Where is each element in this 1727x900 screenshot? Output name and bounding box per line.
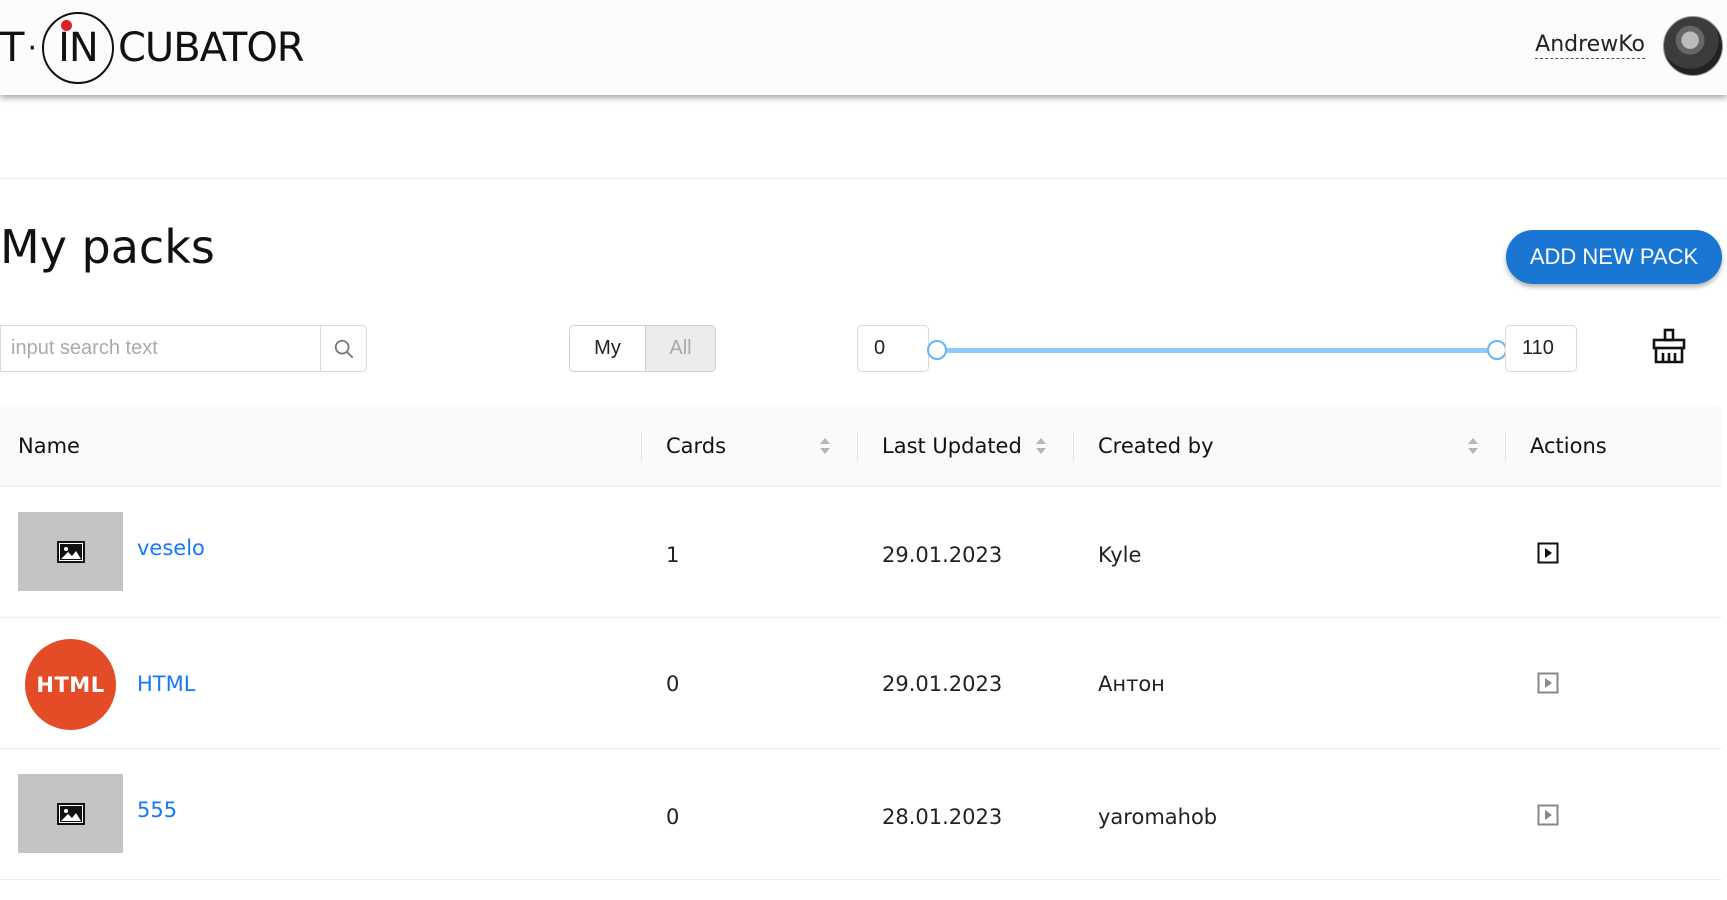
created-by-name: Антон bbox=[1098, 672, 1165, 696]
search-bar bbox=[0, 325, 367, 372]
logo-rest-text: CUBATOR bbox=[117, 25, 305, 71]
table-header: Name Cards Last Updated Created by Actio… bbox=[0, 405, 1722, 487]
column-header-last-updated[interactable]: Last Updated bbox=[882, 405, 1022, 487]
toggle-all-button[interactable]: All bbox=[646, 325, 716, 372]
cards-count: 0 bbox=[666, 672, 680, 696]
pack-cover-placeholder bbox=[18, 774, 123, 853]
pack-name-link[interactable]: veselo bbox=[137, 536, 205, 560]
owner-toggle: My All bbox=[569, 325, 716, 372]
column-divider bbox=[641, 431, 642, 461]
username-link[interactable]: AndrewKo bbox=[1535, 32, 1645, 59]
column-header-actions: Actions bbox=[1530, 434, 1607, 458]
range-min-field[interactable]: 0 bbox=[857, 325, 929, 372]
broom-icon bbox=[1652, 328, 1686, 364]
slider-min-handle[interactable] bbox=[927, 340, 947, 360]
column-header-created-by[interactable]: Created by bbox=[1098, 405, 1214, 487]
image-icon bbox=[56, 540, 85, 563]
column-divider bbox=[1505, 431, 1506, 461]
logo-in-text: IN bbox=[58, 25, 99, 71]
page-title: My packs bbox=[0, 220, 215, 274]
packs-table: Name Cards Last Updated Created by Actio… bbox=[0, 405, 1722, 880]
avatar[interactable] bbox=[1663, 16, 1723, 76]
created-by-name: Kyle bbox=[1098, 543, 1142, 567]
learn-play-icon-disabled[interactable] bbox=[1537, 672, 1559, 694]
sort-created-by-icon[interactable] bbox=[1466, 434, 1480, 458]
search-icon bbox=[334, 339, 353, 358]
app-header: T · IN CUBATOR AndrewKo bbox=[0, 0, 1727, 95]
last-updated-date: 29.01.2023 bbox=[882, 672, 1003, 696]
table-row: HTML HTML 0 29.01.2023 Антон bbox=[0, 618, 1722, 749]
last-updated-date: 28.01.2023 bbox=[882, 805, 1003, 829]
html-logo-cover: HTML bbox=[25, 639, 116, 730]
logo-dot: · bbox=[27, 30, 36, 66]
pack-cover-placeholder bbox=[18, 512, 123, 591]
cards-count: 1 bbox=[666, 543, 680, 567]
toggle-my-button[interactable]: My bbox=[569, 325, 646, 372]
search-button[interactable] bbox=[320, 325, 367, 372]
add-new-pack-button[interactable]: ADD NEW PACK bbox=[1506, 230, 1722, 284]
created-by-name: yaromahob bbox=[1098, 805, 1218, 829]
clear-filters-button[interactable] bbox=[1648, 325, 1690, 367]
column-header-name: Name bbox=[18, 434, 80, 458]
sort-last-updated-icon[interactable] bbox=[1034, 434, 1048, 458]
logo-letter-t: T bbox=[0, 25, 24, 71]
table-row: 555 0 28.01.2023 yaromahob bbox=[0, 749, 1722, 880]
learn-play-icon-disabled[interactable] bbox=[1537, 804, 1559, 826]
learn-play-icon[interactable] bbox=[1537, 542, 1559, 564]
pack-name-link[interactable]: 555 bbox=[137, 798, 177, 822]
column-header-cards[interactable]: Cards bbox=[666, 405, 726, 487]
range-max-field[interactable]: 110 bbox=[1505, 325, 1577, 372]
divider bbox=[0, 178, 1727, 179]
image-icon bbox=[56, 802, 85, 825]
it-incubator-logo[interactable]: T · IN CUBATOR bbox=[0, 10, 305, 86]
cards-range-slider-track[interactable] bbox=[937, 348, 1497, 353]
table-row: veselo 1 29.01.2023 Kyle bbox=[0, 487, 1722, 618]
slider-max-handle[interactable] bbox=[1487, 340, 1507, 360]
cards-count: 0 bbox=[666, 805, 680, 829]
column-divider bbox=[857, 431, 858, 461]
logo-red-dot bbox=[60, 20, 72, 31]
column-divider bbox=[1073, 431, 1074, 461]
pack-name-link[interactable]: HTML bbox=[137, 672, 195, 696]
search-input[interactable] bbox=[0, 325, 320, 372]
sort-cards-icon[interactable] bbox=[818, 434, 832, 458]
last-updated-date: 29.01.2023 bbox=[882, 543, 1003, 567]
logo-ring: IN bbox=[41, 12, 114, 84]
